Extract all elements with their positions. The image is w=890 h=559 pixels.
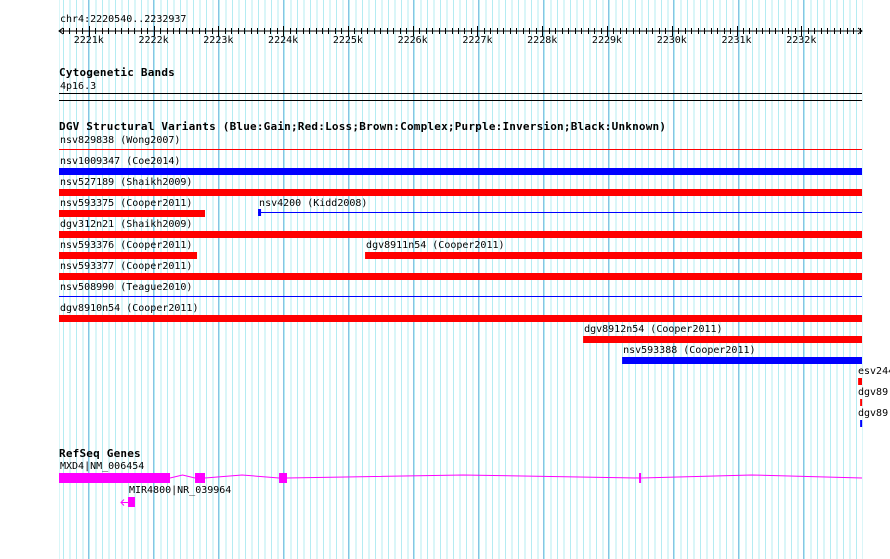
dgv-feature-bar: [365, 252, 862, 259]
dgv-track-title[interactable]: DGV Structural Variants (Blue:Gain;Red:L…: [59, 121, 666, 132]
ruler-tick-label: 2227k: [462, 35, 493, 46]
dgv-feature-bar: [858, 378, 862, 385]
dgv-feature-label[interactable]: dgv8910n54 (Cooper2011): [60, 303, 198, 314]
dgv-feature-label[interactable]: nsv593376 (Cooper2011): [60, 240, 192, 251]
tracks-canvas: [58, 26, 863, 507]
ruler-tick-label: 2221k: [73, 35, 104, 46]
cytoband-track-title[interactable]: Cytogenetic Bands: [59, 67, 175, 78]
dgv-feature-bar: [59, 189, 862, 196]
dgv-feature-bar: [59, 273, 862, 280]
dgv-feature-bar: [59, 210, 205, 217]
ruler-tick-label: 2232k: [786, 35, 817, 46]
ruler-tick-label: 2224k: [268, 35, 299, 46]
refseq-track-title[interactable]: RefSeq Genes: [59, 448, 141, 459]
gene-intron: [286, 474, 640, 479]
gene-exon: [639, 473, 642, 483]
gene-exon: [279, 473, 288, 483]
cytoband-label: 4p16.3: [60, 81, 97, 92]
dgv-feature-label[interactable]: nsv593388 (Cooper2011): [623, 345, 755, 356]
dgv-feature-label[interactable]: dgv8912n54 (Cooper2011): [584, 324, 722, 335]
dgv-feature-bar: [59, 315, 862, 322]
dgv-feature-label[interactable]: nsv829838 (Wong2007): [60, 135, 180, 146]
gene-intron: [641, 474, 863, 479]
dgv-feature-bar: [59, 252, 198, 259]
gene-label[interactable]: MXD4|NM_006454: [60, 461, 144, 472]
ruler-tick-label: 2231k: [721, 35, 752, 46]
gene-intron: [204, 474, 280, 479]
ruler-tick-label: 2226k: [397, 35, 428, 46]
dgv-feature-label[interactable]: dgv8911n54 (Cooper2011): [366, 240, 504, 251]
dgv-feature-label[interactable]: dgv89: [858, 408, 888, 419]
ruler-tick-label: 2222k: [138, 35, 169, 46]
dgv-feature-label[interactable]: dgv89: [858, 387, 888, 398]
dgv-feature-bar: [622, 357, 862, 364]
ruler-tick-label: 2229k: [591, 35, 623, 46]
dgv-feature-label[interactable]: nsv593377 (Cooper2011): [60, 261, 192, 272]
gene-label[interactable]: MIR4800|NR_039964: [129, 485, 231, 496]
dgv-feature-start-block: [258, 209, 262, 216]
ruler-tick-label: 2225k: [332, 35, 363, 46]
dgv-feature-label[interactable]: nsv508990 (Teague2010): [60, 282, 192, 293]
dgv-feature-label[interactable]: esv244: [858, 366, 890, 377]
dgv-feature-label[interactable]: nsv1009347 (Coe2014): [60, 156, 180, 167]
dgv-feature-label[interactable]: nsv4200 (Kidd2008): [259, 198, 367, 209]
strand-arrow-left-icon: [120, 499, 128, 506]
gene-intron: [169, 474, 196, 479]
gene-exon: [127, 497, 135, 507]
ruler-tick-label: 2223k: [203, 35, 234, 46]
gene-exon: [59, 473, 171, 483]
ruler-tick-label: 2228k: [527, 35, 558, 46]
gene-exon: [195, 473, 205, 483]
dgv-feature-label[interactable]: nsv593375 (Cooper2011): [60, 198, 192, 209]
dgv-feature-bar: [583, 336, 862, 343]
dgv-feature-bar: [59, 168, 862, 175]
dgv-feature-label[interactable]: dgv312n21 (Shaikh2009): [60, 219, 192, 230]
dgv-feature-bar: [860, 420, 863, 427]
dgv-feature-label[interactable]: nsv527189 (Shaikh2009): [60, 177, 192, 188]
dgv-feature-bar: [860, 399, 863, 406]
dgv-feature-bar: [59, 231, 862, 238]
ruler-tick-label: 2230k: [656, 35, 687, 46]
